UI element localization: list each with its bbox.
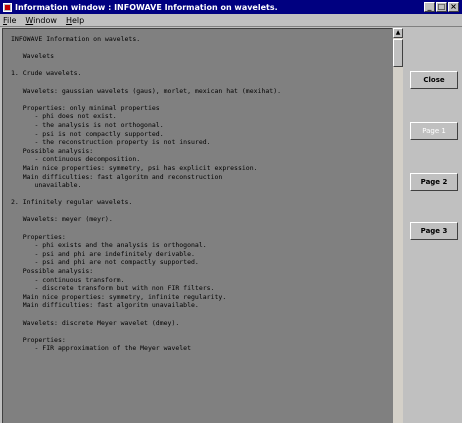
- page-2-button[interactable]: Page 2: [410, 173, 458, 191]
- text-line: Wavelets: gaussian wavelets (gaus), morl…: [11, 86, 282, 95]
- info-text: INFOWAVE Information on wavelets. Wavele…: [3, 29, 392, 353]
- menu-bar: File Window Help: [0, 14, 462, 27]
- text-line: Wavelets: discrete Meyer wavelet (dmey).: [11, 318, 180, 327]
- menu-file[interactable]: File: [0, 16, 22, 25]
- text-line: 2. Infinitely regular wavelets.: [11, 198, 133, 207]
- text-line: 1. Crude wavelets.: [11, 69, 82, 78]
- close-button[interactable]: Close: [410, 71, 458, 89]
- text-line: Wavelets: meyer (meyr).: [11, 215, 113, 224]
- text-line: Properties: only minimal properties: [11, 103, 160, 112]
- text-line: - psi and phi are not compactly supporte…: [11, 258, 199, 267]
- text-line: - phi exists and the analysis is orthogo…: [11, 241, 207, 250]
- title-bar: Information window : INFOWAVE Informatio…: [0, 0, 462, 14]
- text-line: Main difficulties: fast algoritm unavail…: [11, 301, 199, 310]
- text-line: Wavelets: [11, 52, 55, 61]
- text-line: Possible analysis:: [11, 267, 94, 276]
- scroll-thumb[interactable]: [393, 39, 403, 67]
- text-line: - the reconstruction property is not ins…: [11, 138, 211, 147]
- text-line: - phi does not exist.: [11, 112, 117, 121]
- scroll-up-icon[interactable]: ▲: [393, 28, 403, 38]
- text-line: - psi and phi are indefinitely derivable…: [11, 249, 195, 258]
- text-line: INFOWAVE Information on wavelets.: [11, 35, 141, 43]
- minimize-icon[interactable]: _: [424, 2, 435, 12]
- menu-help[interactable]: Help: [63, 16, 90, 25]
- text-line: - discrete transform but with non FIR fi…: [11, 284, 215, 293]
- page-3-button[interactable]: Page 3: [410, 222, 458, 240]
- text-line: - continuous transform.: [11, 275, 125, 284]
- text-line: Main difficulties: fast algoritm and rec…: [11, 172, 223, 181]
- text-line: - FIR approximation of the Meyer wavelet: [11, 344, 192, 353]
- text-line: Possible analysis:: [11, 146, 94, 155]
- page-1-button: Page 1: [410, 122, 458, 140]
- info-text-area[interactable]: INFOWAVE Information on wavelets. Wavele…: [2, 28, 392, 423]
- text-line: - the analysis is not orthogonal.: [11, 120, 164, 129]
- text-line: Properties:: [11, 335, 66, 344]
- text-line: Main nice properties: symmetry, psi has …: [11, 163, 258, 172]
- close-icon[interactable]: ×: [448, 2, 459, 12]
- text-line: - psi is not compactly supported.: [11, 129, 164, 138]
- window-title: Information window : INFOWAVE Informatio…: [15, 2, 278, 12]
- text-line: Main nice properties: symmetry, infinite…: [11, 292, 227, 301]
- text-line: Properties:: [11, 232, 66, 241]
- text-line: unavailable.: [11, 181, 82, 190]
- vertical-scrollbar[interactable]: ▲: [392, 28, 403, 423]
- text-line: - continuous decomposition.: [11, 155, 141, 164]
- menu-window[interactable]: Window: [22, 16, 63, 25]
- maximize-icon[interactable]: □: [436, 2, 447, 12]
- app-icon: [3, 2, 12, 12]
- window-controls: _ □ ×: [424, 2, 459, 12]
